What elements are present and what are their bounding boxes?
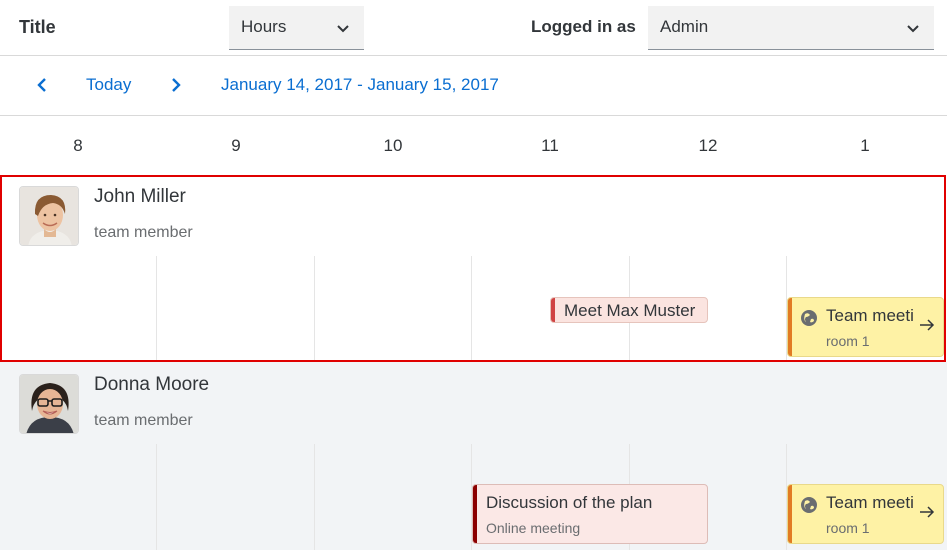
- person-role: team member: [94, 224, 193, 241]
- appointment-subtitle: room 1: [826, 520, 870, 536]
- view-select[interactable]: Hours: [229, 6, 364, 50]
- appointment[interactable]: Team meeti room 1: [787, 297, 944, 357]
- hour-label: 11: [541, 136, 559, 155]
- hour-label: 10: [383, 136, 403, 155]
- appointment-accent: [788, 485, 792, 543]
- chevron-left-icon[interactable]: [32, 74, 52, 96]
- appointment-accent: [551, 298, 555, 322]
- planning-row[interactable]: Donna Moore team member Discussion of th…: [0, 362, 947, 550]
- avatar: [19, 186, 79, 246]
- hour-divider: [156, 444, 157, 550]
- date-range-link[interactable]: January 14, 2017 - January 15, 2017: [221, 75, 499, 95]
- avatar: [19, 374, 79, 434]
- arrow-right-icon: [920, 319, 935, 331]
- appointment-subtitle: Online meeting: [486, 520, 581, 536]
- hour-label: 1: [860, 136, 870, 155]
- appointment-title: Discussion of the plan: [486, 493, 653, 512]
- appointment[interactable]: Discussion of the plan Online meeting: [472, 484, 708, 544]
- person-role: team member: [94, 412, 193, 429]
- person-name: John Miller: [94, 186, 186, 207]
- appointment-accent: [473, 485, 477, 543]
- appointment-title: Team meeti: [826, 306, 914, 325]
- hours-header: 8 9 10 11 12 1: [0, 116, 947, 174]
- planning-row[interactable]: John Miller team member Meet Max Muster …: [0, 174, 947, 362]
- today-button[interactable]: Today: [86, 75, 131, 95]
- appointment-title: Team meeti: [826, 493, 914, 512]
- toolbar: Title Hours Logged in as Admin: [0, 0, 947, 56]
- hour-label: 9: [231, 136, 241, 155]
- appointment[interactable]: Team meeti room 1: [787, 484, 944, 544]
- user-select-value: Admin: [660, 17, 709, 36]
- globe-icon: [801, 310, 817, 326]
- arrow-right-icon: [920, 506, 935, 518]
- chevron-right-icon[interactable]: [166, 74, 186, 96]
- hour-divider: [471, 256, 472, 362]
- hour-divider: [314, 256, 315, 362]
- person-name: Donna Moore: [94, 374, 210, 395]
- chevron-down-icon: [337, 25, 349, 33]
- appointment-title: Meet Max Muster: [564, 301, 696, 320]
- logged-in-label: Logged in as: [531, 17, 636, 36]
- appointment[interactable]: Meet Max Muster: [550, 297, 708, 323]
- view-select-value: Hours: [241, 17, 287, 36]
- appointment-subtitle: room 1: [826, 333, 870, 349]
- hour-label: 12: [698, 136, 718, 155]
- page-title: Title: [19, 17, 56, 37]
- hour-divider: [314, 444, 315, 550]
- hour-divider: [156, 256, 157, 362]
- user-select[interactable]: Admin: [648, 6, 934, 50]
- appointment-accent: [788, 298, 792, 356]
- hour-label: 8: [73, 136, 83, 155]
- date-navigation: Today January 14, 2017 - January 15, 201…: [0, 56, 947, 116]
- chevron-down-icon: [907, 25, 919, 33]
- globe-icon: [801, 497, 817, 513]
